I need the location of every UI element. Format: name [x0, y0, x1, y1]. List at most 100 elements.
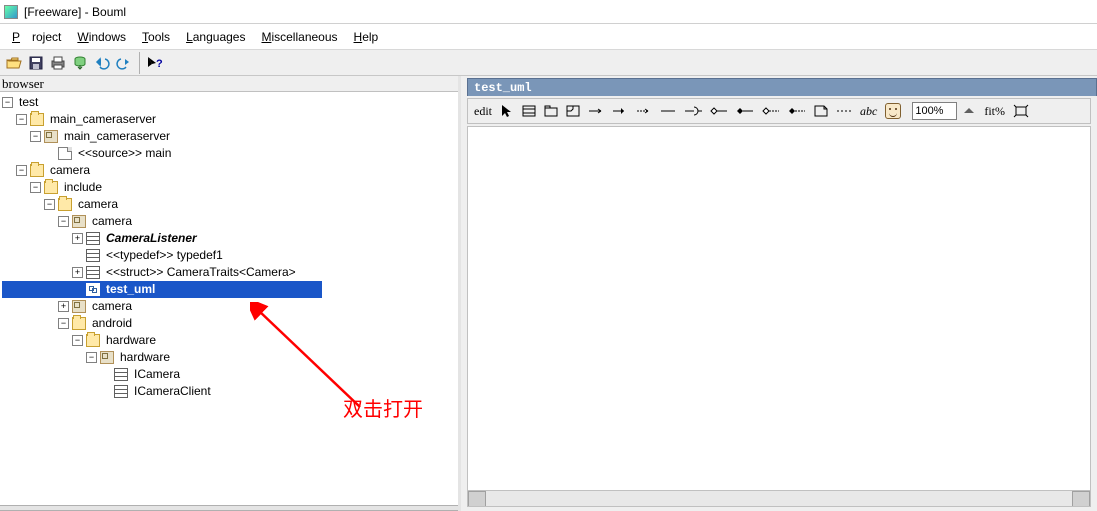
folder-icon: [72, 317, 86, 330]
required-icon[interactable]: [681, 101, 705, 121]
folder-icon: [44, 181, 58, 194]
tree-node[interactable]: + <<struct>> CameraTraits<Camera>: [2, 264, 458, 281]
diagram-icon: [86, 283, 100, 296]
menu-project[interactable]: Project: [6, 27, 67, 47]
browser-pane: browser − test − main_cameraserver − mai…: [0, 76, 461, 511]
folder-icon: [58, 198, 72, 211]
undo-icon[interactable]: [92, 53, 112, 73]
package-icon[interactable]: [541, 101, 561, 121]
db-down-icon[interactable]: [70, 53, 90, 73]
spacer: [72, 250, 83, 261]
tree-node[interactable]: − camera: [2, 162, 458, 179]
directed-assoc-icon[interactable]: [609, 101, 631, 121]
tree-label: ICamera: [131, 366, 183, 383]
horizontal-scrollbar[interactable]: [468, 490, 1090, 506]
tree-label: test: [16, 94, 41, 111]
browser-label: browser: [0, 76, 458, 92]
spacer: [100, 386, 111, 397]
tree-label: camera: [89, 298, 135, 315]
text-icon[interactable]: abc: [857, 101, 880, 121]
collapse-icon[interactable]: −: [58, 216, 69, 227]
dashed-comp-icon[interactable]: [785, 101, 809, 121]
zoom-input[interactable]: [912, 102, 957, 120]
zoom-up-icon[interactable]: [959, 101, 979, 121]
tree-node[interactable]: − main_cameraserver: [2, 128, 458, 145]
diagram-tab[interactable]: test_uml: [467, 78, 1097, 96]
workspace: browser − test − main_cameraserver − mai…: [0, 76, 1097, 511]
spacer: [44, 148, 55, 159]
open-icon[interactable]: [4, 53, 24, 73]
class-box-icon[interactable]: [519, 101, 539, 121]
menu-miscellaneous[interactable]: Miscellaneous: [255, 27, 343, 47]
tree-node-selected[interactable]: test_uml: [2, 281, 322, 298]
collapse-icon[interactable]: −: [72, 335, 83, 346]
folder-icon: [86, 334, 100, 347]
window-title: [Freeware] - Bouml: [24, 5, 126, 19]
collapse-icon[interactable]: −: [16, 165, 27, 176]
expand-icon[interactable]: +: [72, 233, 83, 244]
save-icon[interactable]: [26, 53, 46, 73]
menubar: Project Windows Tools Languages Miscella…: [0, 24, 1097, 50]
association-icon[interactable]: [585, 101, 607, 121]
diagram-tab-label: test_uml: [474, 81, 532, 95]
tree-node[interactable]: − camera: [2, 196, 458, 213]
edit-button[interactable]: edit: [471, 101, 495, 121]
optimal-size-icon[interactable]: [1010, 101, 1032, 121]
aggregation-icon[interactable]: [707, 101, 731, 121]
expand-icon[interactable]: +: [72, 267, 83, 278]
line-icon[interactable]: [657, 101, 679, 121]
tree-node[interactable]: <<source>> main: [2, 145, 458, 162]
tree-node[interactable]: + CameraListener: [2, 230, 458, 247]
menu-help[interactable]: Help: [348, 27, 385, 47]
pointer-icon[interactable]: [497, 101, 517, 121]
tree-label: <<typedef>> typedef1: [103, 247, 226, 264]
note-icon[interactable]: [811, 101, 831, 121]
print-icon[interactable]: [48, 53, 68, 73]
tree-label: main_cameraserver: [61, 128, 173, 145]
diagram-tabbar: test_uml: [461, 78, 1097, 96]
component-folder-icon: [72, 215, 86, 228]
whatsthis-icon[interactable]: ?: [145, 53, 165, 73]
tree-label: android: [89, 315, 135, 332]
composition-icon[interactable]: [733, 101, 757, 121]
folder-icon: [30, 164, 44, 177]
anchor-icon[interactable]: [833, 101, 855, 121]
tree-label: <<source>> main: [75, 145, 174, 162]
menu-windows[interactable]: Windows: [71, 27, 132, 47]
fit-button[interactable]: fit%: [981, 101, 1008, 121]
collapse-icon[interactable]: −: [58, 318, 69, 329]
file-icon: [58, 147, 72, 160]
collapse-icon[interactable]: −: [16, 114, 27, 125]
tree[interactable]: − test − main_cameraserver − main_camera…: [0, 92, 458, 505]
diagram-toolbar: edit abc fit%: [467, 98, 1091, 124]
tree-label: hardware: [103, 332, 159, 349]
tree-node[interactable]: − camera: [2, 213, 458, 230]
folder-icon: [30, 113, 44, 126]
menu-tools[interactable]: Tools: [136, 27, 176, 47]
dependency-icon[interactable]: [633, 101, 655, 121]
tree-node-root[interactable]: − test: [2, 94, 458, 111]
diagram-pane: test_uml edit abc fit%: [461, 76, 1097, 511]
fragment-icon[interactable]: [563, 101, 583, 121]
collapse-icon[interactable]: −: [86, 352, 97, 363]
class-icon: [86, 232, 100, 245]
expand-icon[interactable]: +: [58, 301, 69, 312]
collapse-icon[interactable]: −: [30, 182, 41, 193]
menu-languages[interactable]: Languages: [180, 27, 251, 47]
class-icon: [114, 368, 128, 381]
redo-icon[interactable]: [114, 53, 134, 73]
tree-node[interactable]: − include: [2, 179, 458, 196]
spacer: [72, 284, 83, 295]
tree-node[interactable]: <<typedef>> typedef1: [2, 247, 458, 264]
collapse-icon[interactable]: −: [44, 199, 55, 210]
class-icon: [86, 266, 100, 279]
collapse-icon[interactable]: −: [2, 97, 13, 108]
tree-label: test_uml: [103, 281, 158, 298]
image-icon[interactable]: [882, 101, 904, 121]
tree-node[interactable]: − main_cameraserver: [2, 111, 458, 128]
horizontal-splitter[interactable]: [0, 505, 458, 511]
diagram-canvas[interactable]: [467, 126, 1091, 507]
tree-label: main_cameraserver: [47, 111, 159, 128]
dashed-aggr-icon[interactable]: [759, 101, 783, 121]
collapse-icon[interactable]: −: [30, 131, 41, 142]
